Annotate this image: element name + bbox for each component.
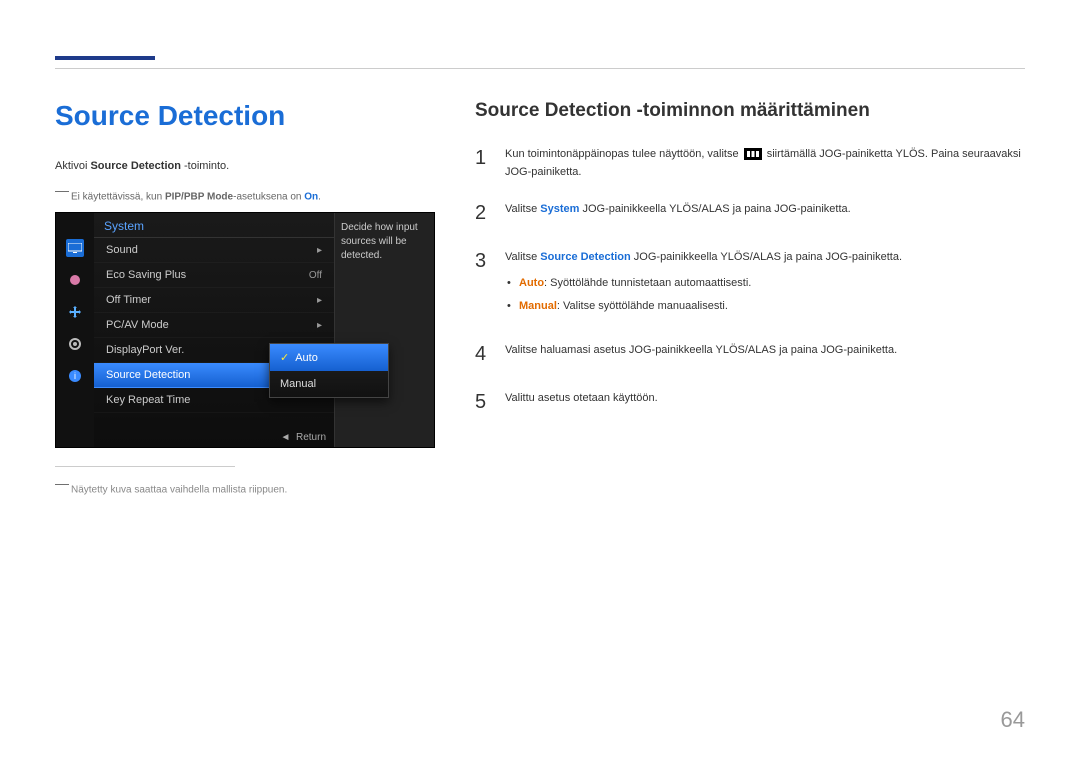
gear-icon bbox=[66, 335, 84, 353]
s3-post: JOG-painikkeella YLÖS/ALAS ja paina JOG-… bbox=[631, 251, 902, 263]
activate-text: Aktivoi Source Detection -toiminto. bbox=[55, 160, 435, 172]
disclaimer-divider bbox=[55, 466, 235, 467]
osd-row-label: Off Timer bbox=[106, 294, 151, 306]
step-number: 2 bbox=[475, 197, 493, 229]
note-on: On bbox=[304, 191, 318, 202]
step-body: Valitse Source Detection JOG-painikkeell… bbox=[505, 245, 1025, 322]
bullet-auto: Auto: Syöttölähde tunnistetaan automaatt… bbox=[505, 275, 1025, 293]
step-5: 5 Valittu asetus otetaan käyttöön. bbox=[475, 386, 1025, 418]
osd-tab-title: System bbox=[94, 213, 334, 238]
activate-bold: Source Detection bbox=[90, 160, 180, 172]
info-icon: i bbox=[66, 367, 84, 385]
header-divider bbox=[55, 68, 1025, 69]
osd-description: Decide how input sources will be detecte… bbox=[334, 213, 434, 447]
osd-menu-row: Eco Saving Plus Off bbox=[94, 263, 334, 288]
left-column: Source Detection Aktivoi Source Detectio… bbox=[55, 100, 435, 496]
page-title: Source Detection bbox=[55, 100, 435, 132]
osd-popup: ✓ Auto Manual bbox=[269, 343, 389, 398]
popup-manual-label: Manual bbox=[280, 378, 316, 390]
disclaimer-text: ―Näytetty kuva saattaa vaihdella mallist… bbox=[55, 475, 435, 495]
disclaimer-body: Näytetty kuva saattaa vaihdella mallista… bbox=[71, 485, 287, 496]
step-4: 4 Valitse haluamasi asetus JOG-painikkee… bbox=[475, 338, 1025, 370]
step-2: 2 Valitse System JOG-painikkeella YLÖS/A… bbox=[475, 197, 1025, 229]
option-bullets: Auto: Syöttölähde tunnistetaan automaatt… bbox=[505, 275, 1025, 316]
osd-row-label: PC/AV Mode bbox=[106, 319, 169, 331]
osd-row-value: Off bbox=[309, 270, 322, 281]
step-number: 1 bbox=[475, 142, 493, 181]
chevron-right-icon: ▸ bbox=[317, 320, 322, 331]
osd-return-label: Return bbox=[296, 432, 326, 443]
osd-row-label: Source Detection bbox=[106, 369, 190, 381]
osd-nav-icons: i bbox=[56, 213, 94, 447]
page-number: 64 bbox=[1001, 707, 1025, 733]
s2-pre: Valitse bbox=[505, 203, 540, 215]
step-number: 5 bbox=[475, 386, 493, 418]
menu-bars-icon bbox=[744, 148, 762, 160]
monitor-icon bbox=[66, 239, 84, 257]
note-pip: ―Ei käytettävissä, kun PIP/PBP Mode-aset… bbox=[55, 182, 435, 202]
osd-screenshot: i System Sound ▸ Eco Saving Plus Off Off Tim… bbox=[55, 212, 435, 448]
step-body: Valittu asetus otetaan käyttöön. bbox=[505, 386, 1025, 418]
popup-auto-label: Auto bbox=[295, 352, 318, 364]
s3-pre: Valitse bbox=[505, 251, 540, 263]
b2-post: : Valitse syöttölähde manuaalisesti. bbox=[557, 300, 728, 312]
disclaimer-dash: ― bbox=[55, 475, 69, 491]
note-mid: -asetuksena on bbox=[233, 191, 304, 202]
osd-row-label: DisplayPort Ver. bbox=[106, 344, 184, 356]
checkmark-icon: ✓ bbox=[280, 351, 289, 364]
step-number: 4 bbox=[475, 338, 493, 370]
move-icon bbox=[66, 303, 84, 321]
note-dash: ― bbox=[55, 182, 69, 198]
step-1: 1 Kun toimintonäppäinopas tulee näyttöön… bbox=[475, 142, 1025, 181]
activate-pre: Aktivoi bbox=[55, 160, 90, 172]
header-accent-bar bbox=[55, 56, 155, 60]
steps-list: 1 Kun toimintonäppäinopas tulee näyttöön… bbox=[475, 142, 1025, 418]
s2-post: JOG-painikkeella YLÖS/ALAS ja paina JOG-… bbox=[579, 203, 850, 215]
osd-menu-row: PC/AV Mode ▸ bbox=[94, 313, 334, 338]
palette-icon bbox=[66, 271, 84, 289]
s3-hl: Source Detection bbox=[540, 251, 630, 263]
section-subtitle: Source Detection -toiminnon määrittämine… bbox=[475, 100, 1025, 122]
osd-row-label: Eco Saving Plus bbox=[106, 269, 186, 281]
s1-pre: Kun toimintonäppäinopas tulee näyttöön, … bbox=[505, 148, 742, 160]
s2-hl: System bbox=[540, 203, 579, 215]
right-column: Source Detection -toiminnon määrittämine… bbox=[475, 100, 1025, 496]
page-content: Source Detection Aktivoi Source Detectio… bbox=[55, 100, 1025, 496]
step-body: Valitse System JOG-painikkeella YLÖS/ALA… bbox=[505, 197, 1025, 229]
osd-row-label: Sound bbox=[106, 244, 138, 256]
osd-popup-row-manual: Manual bbox=[270, 371, 388, 397]
note-bold: PIP/PBP Mode bbox=[165, 191, 233, 202]
step-3: 3 Valitse Source Detection JOG-painikkee… bbox=[475, 245, 1025, 322]
chevron-right-icon: ▸ bbox=[317, 295, 322, 306]
osd-menu-row: Off Timer ▸ bbox=[94, 288, 334, 313]
step-body: Kun toimintonäppäinopas tulee näyttöön, … bbox=[505, 142, 1025, 181]
note-pre: Ei käytettävissä, kun bbox=[71, 191, 165, 202]
osd-menu-row: Sound ▸ bbox=[94, 238, 334, 263]
svg-text:i: i bbox=[74, 371, 76, 381]
b1-hl: Auto bbox=[519, 277, 544, 289]
osd-popup-row-auto: ✓ Auto bbox=[270, 344, 388, 371]
step-number: 3 bbox=[475, 245, 493, 322]
b2-hl: Manual bbox=[519, 300, 557, 312]
osd-main: System Sound ▸ Eco Saving Plus Off Off Timer… bbox=[94, 213, 334, 447]
osd-return: ◄ Return bbox=[281, 432, 326, 443]
osd-row-label: Key Repeat Time bbox=[106, 394, 190, 406]
bullet-manual: Manual: Valitse syöttölähde manuaalisest… bbox=[505, 298, 1025, 316]
chevron-right-icon: ▸ bbox=[317, 245, 322, 256]
b1-post: : Syöttölähde tunnistetaan automaattises… bbox=[544, 277, 751, 289]
activate-post: -toiminto. bbox=[181, 160, 229, 172]
note-post: . bbox=[318, 191, 321, 202]
step-body: Valitse haluamasi asetus JOG-painikkeell… bbox=[505, 338, 1025, 370]
